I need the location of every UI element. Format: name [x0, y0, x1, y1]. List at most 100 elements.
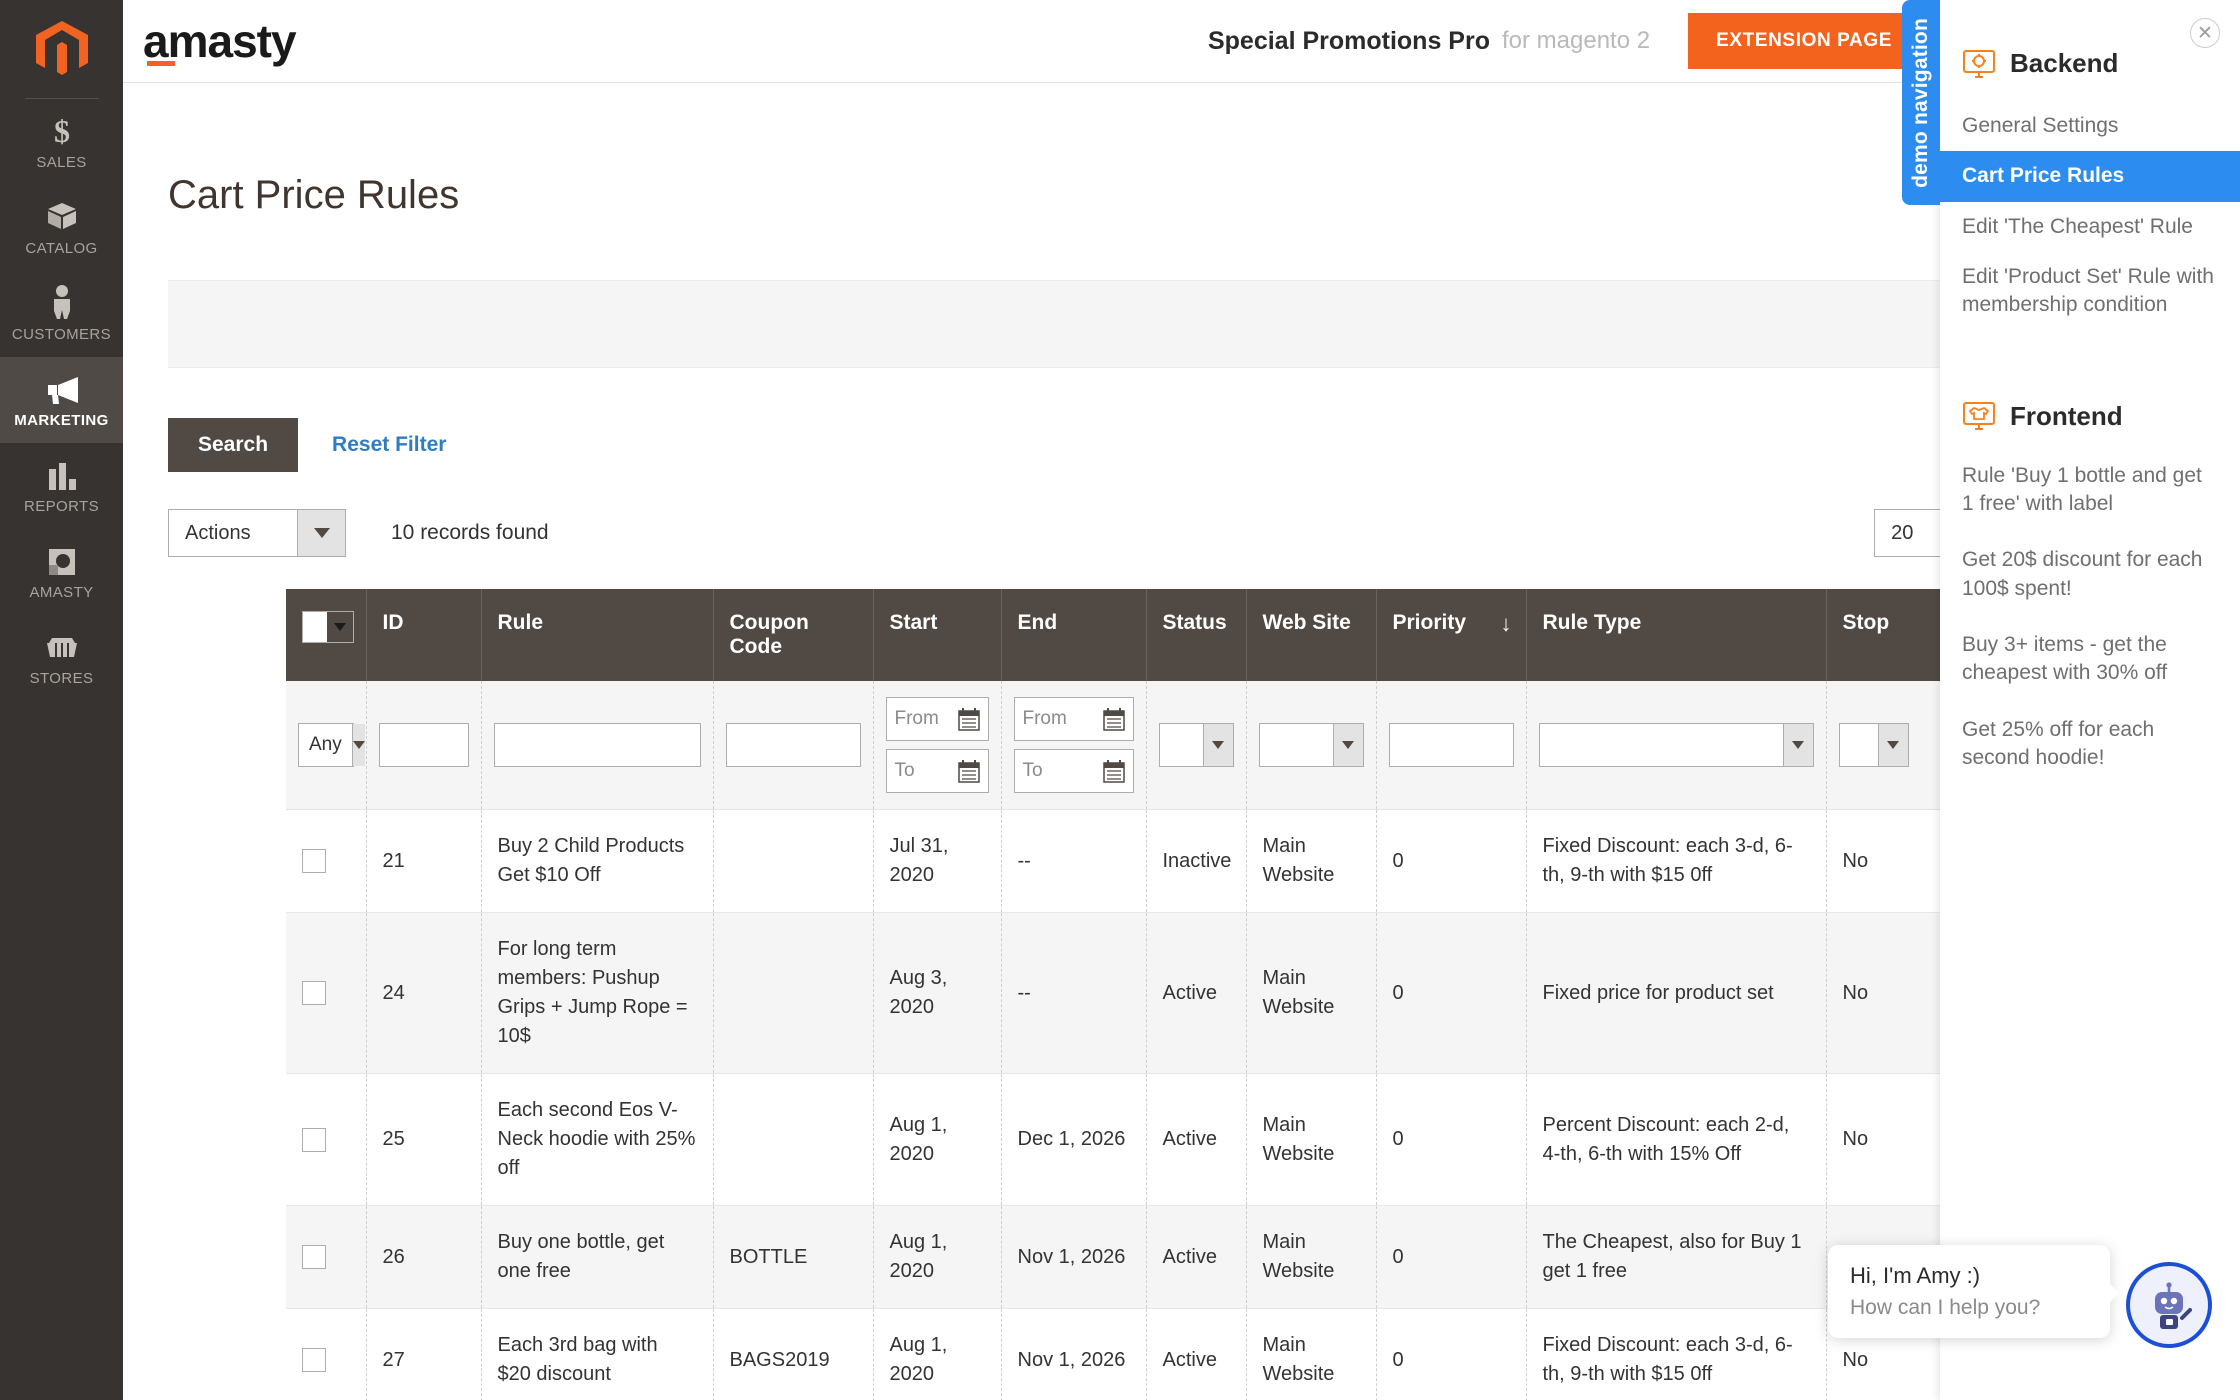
cell-priority: 0 — [1376, 912, 1527, 1074]
filter-any-select[interactable]: Any — [298, 723, 365, 767]
filter-start-from[interactable]: From — [885, 697, 989, 741]
column-header-end[interactable]: End — [1001, 589, 1147, 681]
column-header-select-all[interactable] — [286, 589, 367, 681]
cell-status: Active — [1146, 1308, 1247, 1400]
cell-website: Main Website — [1246, 1073, 1377, 1206]
demo-link-0[interactable]: Rule 'Buy 1 bottle and get 1 free' with … — [1940, 448, 2240, 533]
sidebar-item-customers[interactable]: CUSTOMERS — [0, 271, 123, 357]
table-row[interactable]: 25 Each second Eos V-Neck hoodie with 25%… — [286, 1073, 2063, 1206]
filter-row: Any From To From To — [286, 681, 2063, 810]
chat-bubble[interactable]: Hi, I'm Amy :) How can I help you? — [1828, 1245, 2119, 1338]
filter-coupon-input[interactable] — [725, 723, 861, 767]
filter-end-from[interactable]: From — [1013, 697, 1134, 741]
search-button[interactable]: Search — [168, 418, 299, 472]
demo-section-frontend-title: Frontend — [2010, 400, 2123, 431]
sidebar-item-marketing[interactable]: MARKETING — [0, 357, 123, 443]
row-checkbox[interactable] — [302, 1127, 326, 1152]
cell-priority: 0 — [1376, 809, 1527, 913]
column-header-priority[interactable]: Priority ↓ — [1376, 589, 1527, 681]
column-header-status[interactable]: Status — [1146, 589, 1247, 681]
sidebar-item-reports[interactable]: REPORTS — [0, 443, 123, 529]
grid-filter-body: Any From To From To — [286, 681, 2063, 810]
sidebar-item-stores[interactable]: STORES — [0, 615, 123, 701]
select-all-dropdown[interactable] — [302, 611, 354, 643]
cell-start: Jul 31, 2020 — [873, 809, 1002, 913]
filter-cell-select: Any — [286, 681, 367, 810]
column-header-rule-type[interactable]: Rule Type — [1526, 589, 1827, 681]
cell-status: Active — [1146, 1073, 1247, 1206]
sidebar-item-amasty[interactable]: AMASTY — [0, 529, 123, 615]
filter-priority-input[interactable] — [1388, 723, 1514, 767]
demo-link-1[interactable]: Get 20$ discount for each 100$ spent! — [1940, 532, 2240, 617]
filter-end-to[interactable]: To — [1013, 749, 1134, 793]
filter-status-select[interactable] — [1158, 723, 1234, 767]
cell-status: Active — [1146, 1205, 1247, 1309]
cell-id: 24 — [366, 912, 482, 1074]
filter-stop-select[interactable] — [1838, 723, 1909, 767]
chevron-down-icon[interactable] — [1202, 724, 1233, 766]
demo-link-2[interactable]: Edit 'The Cheapest' Rule — [1940, 202, 2240, 252]
chevron-down-icon[interactable] — [1782, 724, 1813, 766]
column-header-rule[interactable]: Rule — [481, 589, 714, 681]
filter-actions-row: Search Reset Filter — [168, 418, 2240, 472]
row-checkbox[interactable] — [302, 1245, 326, 1269]
cell-rule-type: Fixed Discount: each 3-d, 6-th, 9-th wit… — [1526, 1308, 1827, 1400]
calendar-icon — [957, 708, 980, 731]
amasty-logo[interactable]: amasty — [143, 14, 373, 68]
column-header-start[interactable]: Start — [873, 589, 1002, 681]
sidebar-label-sales: SALES — [36, 154, 87, 171]
filter-cell-rule-type — [1526, 681, 1827, 810]
extension-name: Special Promotions Pro — [1207, 26, 1490, 55]
sidebar-item-catalog[interactable]: CATALOG — [0, 185, 123, 271]
table-row[interactable]: 27 Each 3rd bag with $20 discount BAGS2019… — [286, 1308, 2063, 1400]
actions-select[interactable]: Actions — [168, 509, 346, 557]
demo-link-0[interactable]: General Settings — [1940, 101, 2240, 151]
demo-link-3[interactable]: Get 25% off for each second hoodie! — [1940, 702, 2240, 787]
amasty-icon — [47, 543, 77, 577]
chat-avatar[interactable] — [2126, 1262, 2212, 1348]
cell-start: Aug 1, 2020 — [873, 1205, 1002, 1309]
chevron-down-icon[interactable] — [351, 724, 365, 766]
demo-link-2[interactable]: Buy 3+ items - get the cheapest with 30%… — [1940, 617, 2240, 702]
filter-cell-rule — [481, 681, 714, 810]
demo-navigation-panel: demo navigation ✕ Backend General Settin… — [1902, 0, 2240, 1400]
row-checkbox[interactable] — [302, 981, 326, 1005]
cell-website: Main Website — [1246, 1205, 1377, 1309]
column-header-coupon-code[interactable]: Coupon Code — [713, 589, 874, 681]
close-icon[interactable]: ✕ — [2190, 18, 2220, 48]
cell-coupon — [713, 912, 874, 1074]
demo-link-1[interactable]: Cart Price Rules — [1940, 151, 2240, 202]
row-checkbox[interactable] — [302, 849, 326, 873]
filter-rule-input[interactable] — [493, 723, 701, 767]
extension-page-label: EXTENSION PAGE — [1716, 30, 1892, 51]
reset-filter-link[interactable]: Reset Filter — [332, 433, 446, 457]
table-row[interactable]: 26 Buy one bottle, get one free BOTTLE Aug … — [286, 1205, 2063, 1309]
filter-end-to-label: To — [1022, 760, 1043, 781]
demo-link-3[interactable]: Edit 'Product Set' Rule with membership … — [1940, 252, 2240, 331]
chevron-down-icon[interactable] — [1877, 724, 1908, 766]
cell-id: 21 — [366, 809, 482, 913]
column-header-id[interactable]: ID — [366, 589, 482, 681]
table-row[interactable]: 24 For long term members: Pushup Grips + … — [286, 912, 2063, 1074]
cell-start: Aug 3, 2020 — [873, 912, 1002, 1074]
records-found-text: 10 records found — [391, 521, 549, 544]
cell-coupon: BOTTLE — [713, 1205, 874, 1309]
column-header-website[interactable]: Web Site — [1246, 589, 1377, 681]
cell-end: -- — [1001, 809, 1147, 913]
sidebar-item-sales[interactable]: $ SALES — [0, 99, 123, 185]
admin-sidebar: $ SALES CATALOG CUSTOMERS MARKETING REPO… — [0, 0, 123, 1400]
demo-navigation-tab[interactable]: demo navigation — [1902, 0, 1940, 205]
filter-start-to[interactable]: To — [885, 749, 989, 793]
row-checkbox[interactable] — [302, 1348, 326, 1372]
table-row[interactable]: 21 Buy 2 Child Products Get $10 Off Jul 31… — [286, 809, 2063, 913]
chevron-down-icon[interactable] — [297, 510, 345, 556]
chevron-down-icon[interactable] — [1332, 724, 1363, 766]
sidebar-label-reports: REPORTS — [23, 498, 100, 515]
bar-chart-icon — [46, 457, 78, 491]
filter-website-select[interactable] — [1258, 723, 1364, 767]
filter-id-input[interactable] — [378, 723, 469, 767]
grid-body: 21 Buy 2 Child Products Get $10 Off Jul 31… — [286, 809, 2063, 1400]
cell-priority: 0 — [1376, 1205, 1527, 1309]
filter-rule-type-select[interactable] — [1538, 723, 1814, 767]
magento-logo-icon[interactable] — [0, 0, 123, 98]
